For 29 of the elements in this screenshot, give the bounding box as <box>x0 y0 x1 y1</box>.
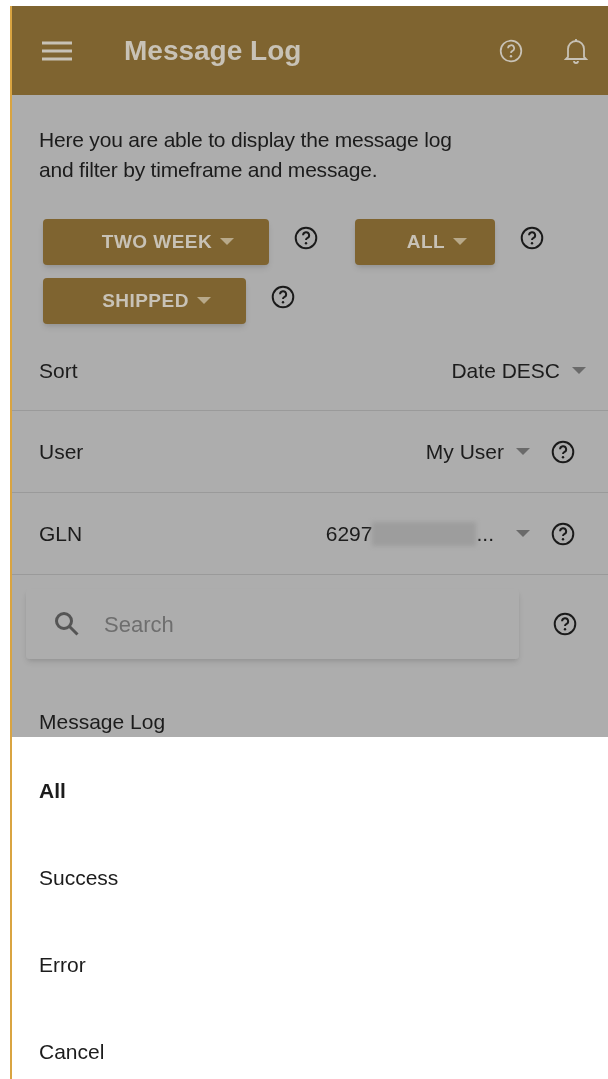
setting-label: User <box>39 438 85 465</box>
caret-icon <box>453 238 468 246</box>
sheet-option[interactable]: All <box>12 747 608 834</box>
description-text: Here you are able to display the message log and filter by timeframe and message. <box>39 127 453 183</box>
select-dropdown[interactable]: My User <box>425 435 530 468</box>
caret-icon <box>516 529 530 538</box>
caret-icon <box>572 366 586 375</box>
caret-icon <box>196 297 211 305</box>
select-dropdown[interactable]: Date DESC <box>451 354 586 387</box>
bell-icon[interactable] <box>564 36 588 65</box>
search-icon <box>54 611 80 637</box>
help-icon[interactable] <box>552 611 578 637</box>
menu-icon[interactable] <box>42 39 72 62</box>
app-title: Message Log <box>124 33 303 68</box>
select-dropdown[interactable]: 6297 ... <box>325 517 530 550</box>
help-icon[interactable] <box>550 520 576 547</box>
sheet-option[interactable]: Error <box>12 921 608 1008</box>
help-icon[interactable] <box>270 284 296 310</box>
help-icon[interactable] <box>519 225 545 251</box>
sheet-option[interactable]: Success <box>12 834 608 921</box>
help-icon[interactable] <box>550 438 576 465</box>
caret-icon <box>516 447 530 456</box>
section-title: Message Log <box>39 709 166 734</box>
setting-label: GLN <box>39 520 84 547</box>
sheet-option[interactable]: Cancel <box>12 1008 608 1079</box>
caret-icon <box>220 238 235 246</box>
search-field[interactable]: Search <box>104 607 484 641</box>
setting-label: Sort <box>39 357 79 384</box>
help-icon[interactable] <box>293 225 319 251</box>
